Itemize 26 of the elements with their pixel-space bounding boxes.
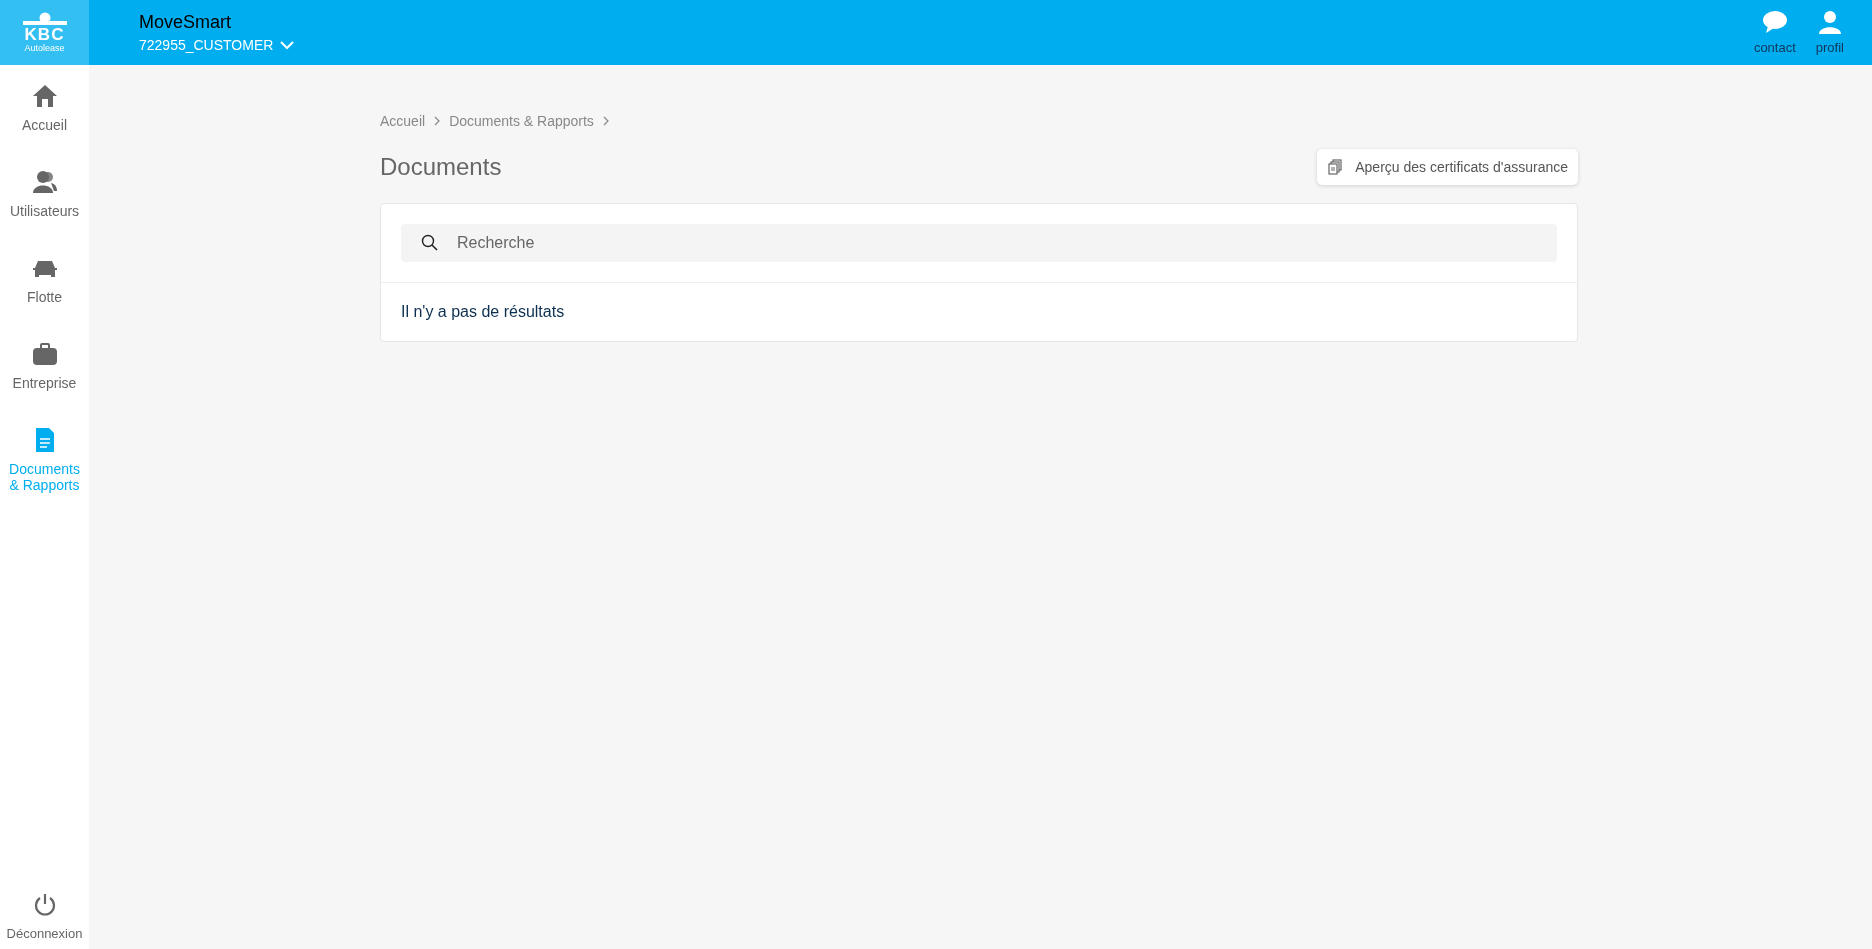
breadcrumb-link[interactable]: Documents & Rapports (449, 113, 594, 129)
breadcrumb-link[interactable]: Accueil (380, 113, 426, 129)
chevron-right-icon (601, 116, 610, 126)
house-icon (31, 83, 58, 109)
logout-button[interactable]: Déconnexion (0, 892, 89, 941)
empty-message: Il n'y a pas de résultats (400, 302, 566, 322)
logo-brand: KBC (24, 26, 65, 43)
documents-icon (1327, 159, 1344, 175)
logo-icon (21, 12, 68, 26)
certificates-button[interactable]: Aperçu des certificats d'assurance (1317, 149, 1578, 185)
speech-bubble-icon (1761, 10, 1788, 34)
page-title: Documents (380, 153, 502, 181)
sidebar-item[interactable]: Entreprise (0, 341, 89, 391)
profile-button[interactable]: profil (1815, 10, 1844, 55)
chevron-down-icon (279, 40, 296, 50)
briefcase-icon (31, 341, 58, 367)
logo-subtitle: Autolease (24, 43, 65, 53)
contact-button[interactable]: contact (1753, 10, 1796, 55)
person-icon (1817, 10, 1842, 34)
sidebar-item[interactable]: Accueil (0, 83, 89, 133)
sidebar-item[interactable]: Flotte (0, 255, 89, 305)
app-name: MoveSmart (139, 12, 233, 33)
chevron-right-icon (433, 116, 442, 126)
search-field[interactable]: Recherche (401, 224, 1557, 262)
sidebar-item[interactable]: Utilisateurs (0, 169, 89, 219)
users-icon (31, 169, 58, 195)
